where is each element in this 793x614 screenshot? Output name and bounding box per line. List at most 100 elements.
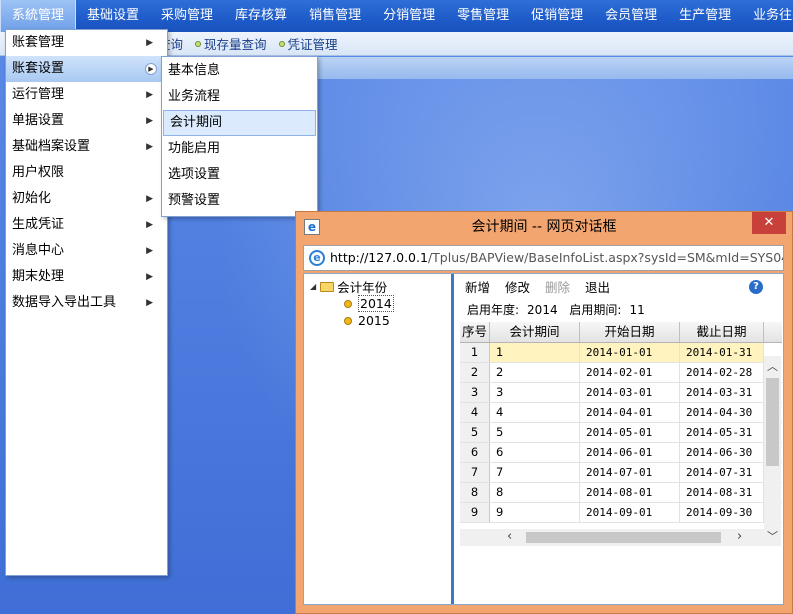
row-period: 8 — [490, 483, 580, 502]
table-row[interactable]: 9 9 2014-09-01 2014-09-30 — [460, 503, 782, 523]
menu-business[interactable]: 业务往来 — [742, 0, 793, 32]
menu-retail[interactable]: 零售管理 — [446, 0, 520, 32]
address-bar[interactable]: e http://127.0.0.1/Tplus/BAPView/BaseInf… — [303, 245, 784, 271]
header-start-date[interactable]: 开始日期 — [580, 322, 680, 342]
chevron-right-icon: ▶ — [146, 38, 153, 48]
table-row[interactable]: 2 2 2014-02-01 2014-02-28 — [460, 363, 782, 383]
help-icon[interactable]: ? — [749, 280, 763, 294]
bullet-icon — [278, 40, 285, 47]
delete-button[interactable]: 删除 — [545, 277, 570, 296]
chevron-right-icon: ▶ — [146, 220, 153, 230]
menu-basic-settings[interactable]: 基础设置 — [76, 0, 150, 32]
address-path: /Tplus/BAPView/BaseInfoList.aspx?sysId=S… — [427, 250, 784, 265]
system-management-dropdown: 账套管理 ▶ 账套设置 ▶ 运行管理 ▶ 单据设置 ▶ 基础档案设置 ▶ 用户权限 初始化… — [5, 29, 168, 576]
row-end-date: 2014-06-30 — [680, 443, 764, 462]
submenu-item-accounting-period[interactable]: 会计期间 — [163, 110, 316, 136]
year-node-icon — [344, 316, 352, 325]
exit-button[interactable]: 退出 — [585, 277, 610, 296]
row-start-date: 2014-08-01 — [580, 483, 680, 502]
scrollbar-thumb[interactable] — [766, 378, 779, 466]
dropdown-item-generate-voucher[interactable]: 生成凭证 ▶ — [6, 212, 167, 238]
row-seq: 1 — [460, 343, 490, 362]
scroll-right-icon[interactable]: › — [737, 529, 742, 544]
expand-icon[interactable]: ◢ — [310, 282, 316, 291]
chevron-right-icon: ▶ — [146, 116, 153, 126]
dialog-body: ◢ 会计年份 2014 2015 新增 修改 删除 退出 ? 启用年度: 201… — [303, 273, 784, 605]
close-icon[interactable]: ✕ — [752, 212, 786, 234]
vertical-scrollbar[interactable]: ︿ ﹀ — [764, 356, 781, 546]
table-row[interactable]: 4 4 2014-04-01 2014-04-30 — [460, 403, 782, 423]
period-table: 序号 会计期间 开始日期 截止日期 1 1 2014-01-01 2014-01-31… — [460, 322, 782, 546]
menu-purchase[interactable]: 采购管理 — [150, 0, 224, 32]
row-seq: 9 — [460, 503, 490, 522]
quick-link-stock-query[interactable]: 现存量查询 — [195, 34, 267, 53]
row-seq: 8 — [460, 483, 490, 502]
tree-year-2014[interactable]: 2014 — [344, 295, 394, 312]
scroll-down-icon[interactable]: ﹀ — [767, 528, 778, 544]
table-row[interactable]: 3 3 2014-03-01 2014-03-31 — [460, 383, 782, 403]
scrollbar-thumb[interactable] — [526, 532, 721, 543]
dropdown-item-import-export[interactable]: 数据导入导出工具 ▶ — [6, 290, 167, 316]
row-end-date: 2014-08-31 — [680, 483, 764, 502]
row-start-date: 2014-01-01 — [580, 343, 680, 362]
header-end-date[interactable]: 截止日期 — [680, 322, 764, 342]
dropdown-item-archive-settings[interactable]: 基础档案设置 ▶ — [6, 134, 167, 160]
scroll-left-icon[interactable]: ‹ — [507, 529, 512, 544]
dropdown-item-account-settings[interactable]: 账套设置 ▶ — [6, 56, 167, 82]
tree-root[interactable]: ◢ 会计年份 — [310, 277, 387, 296]
dropdown-item-message-center[interactable]: 消息中心 ▶ — [6, 238, 167, 264]
row-start-date: 2014-06-01 — [580, 443, 680, 462]
row-end-date: 2014-02-28 — [680, 363, 764, 382]
table-row[interactable]: 6 6 2014-06-01 2014-06-30 — [460, 443, 782, 463]
start-period-value: 11 — [629, 303, 645, 317]
submenu-item-workflow[interactable]: 业务流程 — [162, 84, 317, 110]
dropdown-item-user-permissions[interactable]: 用户权限 — [6, 160, 167, 186]
row-seq: 5 — [460, 423, 490, 442]
submenu-item-basic-info[interactable]: 基本信息 — [162, 58, 317, 84]
scroll-up-icon[interactable]: ︿ — [767, 358, 778, 374]
edit-button[interactable]: 修改 — [505, 277, 530, 296]
row-start-date: 2014-07-01 — [580, 463, 680, 482]
dropdown-item-account-management[interactable]: 账套管理 ▶ — [6, 30, 167, 56]
horizontal-scrollbar[interactable]: ‹ › — [460, 529, 764, 546]
dialog-title: 会计期间 -- 网页对话框 — [471, 219, 617, 235]
table-row[interactable]: 7 7 2014-07-01 2014-07-31 — [460, 463, 782, 483]
year-node-icon — [344, 299, 352, 308]
start-year-value: 2014 — [527, 303, 558, 317]
row-seq: 2 — [460, 363, 490, 382]
period-info: 启用年度: 2014 启用期间: 11 — [467, 301, 653, 318]
row-seq: 3 — [460, 383, 490, 402]
table-row[interactable]: 5 5 2014-05-01 2014-05-31 — [460, 423, 782, 443]
dropdown-item-document-settings[interactable]: 单据设置 ▶ — [6, 108, 167, 134]
dropdown-item-run-management[interactable]: 运行管理 ▶ — [6, 82, 167, 108]
row-end-date: 2014-09-30 — [680, 503, 764, 522]
submenu-item-alerts[interactable]: 预警设置 — [162, 188, 317, 214]
menu-production[interactable]: 生产管理 — [668, 0, 742, 32]
ie-icon: e — [309, 250, 325, 266]
add-button[interactable]: 新增 — [465, 277, 490, 296]
submenu-item-options[interactable]: 选项设置 — [162, 162, 317, 188]
submenu-item-feature-enable[interactable]: 功能启用 — [162, 136, 317, 162]
table-row[interactable]: 1 1 2014-01-01 2014-01-31 — [460, 343, 782, 363]
row-end-date: 2014-05-31 — [680, 423, 764, 442]
row-end-date: 2014-04-30 — [680, 403, 764, 422]
menu-promotion[interactable]: 促销管理 — [520, 0, 594, 32]
menu-inventory[interactable]: 库存核算 — [224, 0, 298, 32]
menu-distribution[interactable]: 分销管理 — [372, 0, 446, 32]
menu-sales[interactable]: 销售管理 — [298, 0, 372, 32]
table-row[interactable]: 8 8 2014-08-01 2014-08-31 — [460, 483, 782, 503]
row-start-date: 2014-02-01 — [580, 363, 680, 382]
row-start-date: 2014-05-01 — [580, 423, 680, 442]
tree-year-2015[interactable]: 2015 — [344, 313, 390, 328]
menu-system-management[interactable]: 系統管理 — [0, 0, 77, 32]
dropdown-item-initialization[interactable]: 初始化 ▶ — [6, 186, 167, 212]
quick-link-voucher[interactable]: 凭证管理 — [278, 34, 338, 53]
bullet-icon — [195, 40, 202, 47]
start-year-label: 启用年度: — [467, 303, 520, 317]
top-menu-bar: 系統管理 基础设置 采购管理 库存核算 销售管理 分销管理 零售管理 促销管理 … — [0, 0, 793, 32]
header-period[interactable]: 会计期间 — [490, 322, 580, 342]
menu-member[interactable]: 会员管理 — [594, 0, 668, 32]
header-seq[interactable]: 序号 — [460, 322, 490, 342]
dropdown-item-period-end[interactable]: 期末处理 ▶ — [6, 264, 167, 290]
row-period: 4 — [490, 403, 580, 422]
